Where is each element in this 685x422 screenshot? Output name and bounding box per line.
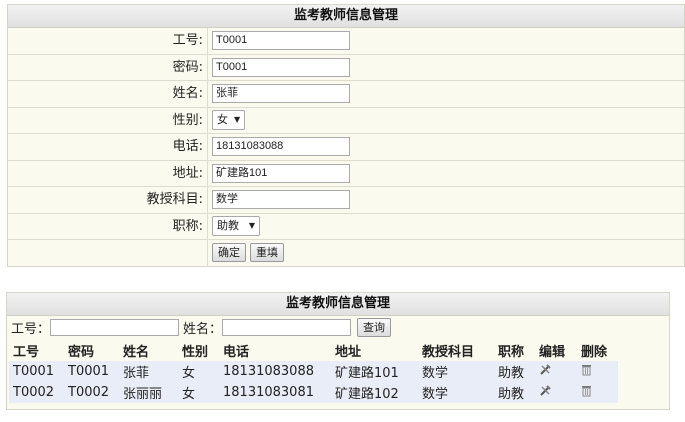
reset-button[interactable]: 重填 [250,243,284,263]
search-id-label: 工号： [11,321,51,337]
row-gender: 性别: 女 ▼ [8,107,684,134]
password-label: 密码: [8,54,208,80]
address-input[interactable]: 矿建路101 [212,163,350,183]
subject-label: 教授科目: [8,187,208,213]
row-title: 职称: 助教 ▼ [8,213,684,240]
chevron-down-icon: ▼ [234,115,241,125]
name-label: 姓名: [8,81,208,107]
cell-phone: 18131083081 [219,382,331,403]
search-button[interactable]: 查询 [357,317,392,337]
subject-input[interactable]: 数学 [212,190,350,210]
title-select[interactable]: 助教 ▼ [212,216,260,237]
name-input[interactable]: 张菲 [212,84,350,104]
cell-edit [535,382,577,403]
edit-tools-icon[interactable] [539,363,552,379]
cell-id: T0002 [9,382,64,403]
trash-icon[interactable] [581,384,592,400]
row-id: 工号: T0001 [8,28,684,55]
cell-edit [535,361,577,382]
row-name: 姓名: 张菲 [8,81,684,108]
cell-address: 矿建路102 [331,382,418,403]
password-input[interactable]: T0001 [212,57,350,77]
cell-gender: 女 [178,382,219,403]
cell-password: T0002 [64,382,119,403]
actions-spacer [8,240,208,266]
cell-phone: 18131083088 [219,361,331,382]
phone-label: 电话: [8,134,208,160]
row-address: 地址: 矿建路101 [8,160,684,187]
form-title: 监考教师信息管理 [8,5,684,28]
col-header: 教授科目 [418,340,494,361]
search-name-input[interactable] [222,318,352,336]
chevron-down-icon: ▼ [248,221,255,231]
cell-title: 助教 [494,361,535,382]
table-header-row: 工号 密码 姓名 性别 电话 地址 教授科目 职称 编辑 删除 [9,340,618,361]
gender-select[interactable]: 女 ▼ [212,110,246,131]
cell-name: 张菲 [119,361,178,382]
col-header: 姓名 [119,340,178,361]
list-title: 监考教师信息管理 [7,293,669,316]
cell-password: T0001 [64,361,119,382]
trash-icon[interactable] [581,363,592,379]
gender-select-value: 女 [217,113,228,127]
cell-address: 矿建路101 [331,361,418,382]
gender-label: 性别: [8,107,208,133]
id-label: 工号: [8,28,208,54]
row-password: 密码: T0001 [8,54,684,81]
row-actions: 确定 重填 [8,240,684,266]
teacher-list-panel: 监考教师信息管理 工号： 姓名： 查询 工号 密码 姓名 性别 电话 地址 教授… [6,292,670,410]
cell-subject: 数学 [418,382,494,403]
teacher-form-panel: 监考教师信息管理 工号: T0001 密码: T0001 姓名: 张菲 性别: … [7,4,685,267]
address-label: 地址: [8,160,208,186]
cell-gender: 女 [178,361,219,382]
col-header: 性别 [178,340,219,361]
phone-input[interactable]: 18131083088 [212,137,350,157]
col-header: 编辑 [535,340,577,361]
col-header: 职称 [494,340,535,361]
table-row: T0002 T0002 张丽丽 女 18131083081 矿建路102 数学 … [9,382,618,403]
col-header: 工号 [9,340,64,361]
search-name-label: 姓名： [183,321,223,337]
cell-id: T0001 [9,361,64,382]
table-row: T0001 T0001 张菲 女 18131083088 矿建路101 数学 助… [9,361,618,382]
title-select-value: 助教 [217,219,239,233]
cell-title: 助教 [494,382,535,403]
cell-name: 张丽丽 [119,382,178,403]
col-header: 密码 [64,340,119,361]
search-bar: 工号： 姓名： 查询 [7,316,669,338]
col-header: 电话 [219,340,331,361]
col-header: 地址 [331,340,418,361]
teacher-table: 工号 密码 姓名 性别 电话 地址 教授科目 职称 编辑 删除 T0001 T0… [9,340,618,403]
edit-tools-icon[interactable] [539,384,552,400]
id-input[interactable]: T0001 [212,31,350,51]
row-phone: 电话: 18131083088 [8,134,684,161]
confirm-button[interactable]: 确定 [212,243,246,263]
cell-delete [577,361,618,382]
cell-subject: 数学 [418,361,494,382]
row-subject: 教授科目: 数学 [8,187,684,214]
search-id-input[interactable] [50,318,180,336]
title-label: 职称: [8,213,208,239]
cell-delete [577,382,618,403]
col-header: 删除 [577,340,618,361]
